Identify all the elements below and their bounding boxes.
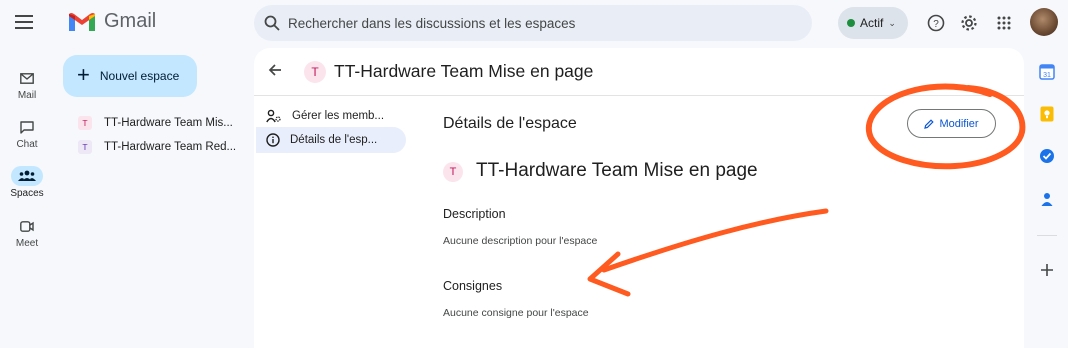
calendar-icon[interactable]: 31 <box>1039 64 1055 80</box>
contacts-icon[interactable] <box>1039 191 1055 207</box>
back-button[interactable] <box>268 62 282 82</box>
gear-icon <box>961 15 977 31</box>
nav-item-space-details[interactable]: Détails de l'esp... <box>256 127 406 153</box>
description-label: Description <box>443 207 506 221</box>
gmail-m-icon <box>69 12 95 31</box>
status-dropdown[interactable]: Actif ⌄ <box>838 7 908 39</box>
rail-item-mail[interactable]: Mail <box>0 68 54 101</box>
nav-label: Détails de l'esp... <box>290 134 378 146</box>
description-value: Aucune description pour l'espace <box>443 235 598 247</box>
status-label: Actif <box>860 16 884 30</box>
search-bar[interactable] <box>254 5 812 41</box>
right-rail-divider <box>1037 235 1057 236</box>
manage-members-icon <box>266 109 281 123</box>
status-dot <box>847 19 855 27</box>
spaces-icon <box>11 166 43 186</box>
guidelines-value: Aucune consigne pour l'espace <box>443 307 589 319</box>
space-name: TT-Hardware Team Red... <box>104 141 237 153</box>
guidelines-label: Consignes <box>443 279 503 293</box>
main-menu-button[interactable] <box>14 12 34 32</box>
new-space-label: Nouvel espace <box>99 69 180 83</box>
space-list-item[interactable]: T TT-Hardware Team Red... <box>78 140 236 154</box>
space-list-item[interactable]: T TT-Hardware Team Mis... <box>78 116 233 130</box>
section-title: Détails de l'espace <box>443 115 577 132</box>
app-name: Gmail <box>104 10 157 32</box>
panel-header: T TT-Hardware Team Mise en page <box>254 48 1024 96</box>
rail-item-meet[interactable]: Meet <box>0 216 54 249</box>
arrow-left-icon <box>268 64 281 76</box>
nav-label: Gérer les memb... <box>292 110 385 122</box>
rail-label-meet: Meet <box>15 238 39 249</box>
rail-item-spaces[interactable]: Spaces <box>0 166 54 199</box>
space-avatar: T <box>78 140 92 154</box>
add-addon-button[interactable] <box>1039 262 1055 278</box>
nav-item-manage-members[interactable]: Gérer les memb... <box>256 103 406 129</box>
keep-icon[interactable] <box>1039 106 1055 122</box>
rail-item-chat[interactable]: Chat <box>0 117 54 150</box>
space-avatar: T <box>304 61 326 83</box>
space-avatar: T <box>443 162 463 182</box>
edit-button-label: Modifier <box>939 117 979 130</box>
help-icon: ? <box>927 14 945 32</box>
mail-icon <box>11 68 43 88</box>
avatar[interactable] <box>1030 8 1058 36</box>
plus-icon <box>1041 264 1053 276</box>
pencil-icon <box>924 118 935 129</box>
svg-text:?: ? <box>933 19 939 30</box>
info-icon <box>266 133 280 147</box>
search-icon[interactable] <box>264 15 280 31</box>
new-space-button[interactable]: + Nouvel espace <box>63 55 197 97</box>
rail-label-chat: Chat <box>16 139 38 150</box>
rail-label-spaces: Spaces <box>10 188 44 199</box>
chat-icon <box>11 117 43 137</box>
apps-button[interactable] <box>993 12 1015 34</box>
space-name: TT-Hardware Team Mis... <box>104 117 233 129</box>
space-details-panel: T TT-Hardware Team Mise en page Gérer le… <box>254 48 1024 348</box>
hamburger-icon <box>15 15 33 29</box>
search-input[interactable] <box>288 15 768 31</box>
plus-icon: + <box>77 62 90 87</box>
space-avatar: T <box>78 116 92 130</box>
page-title: TT-Hardware Team Mise en page <box>334 61 594 81</box>
help-button[interactable]: ? <box>925 12 947 34</box>
meet-icon <box>11 216 43 236</box>
chevron-down-icon: ⌄ <box>888 17 896 28</box>
settings-button[interactable] <box>958 12 980 34</box>
gmail-logo[interactable]: Gmail <box>68 10 156 33</box>
svg-text:31: 31 <box>1043 72 1051 79</box>
edit-button[interactable]: Modifier <box>907 109 996 138</box>
space-name-heading: TT-Hardware Team Mise en page <box>476 160 758 181</box>
apps-grid-icon <box>997 16 1011 30</box>
tasks-icon[interactable] <box>1039 148 1055 164</box>
rail-label-mail: Mail <box>17 90 37 101</box>
